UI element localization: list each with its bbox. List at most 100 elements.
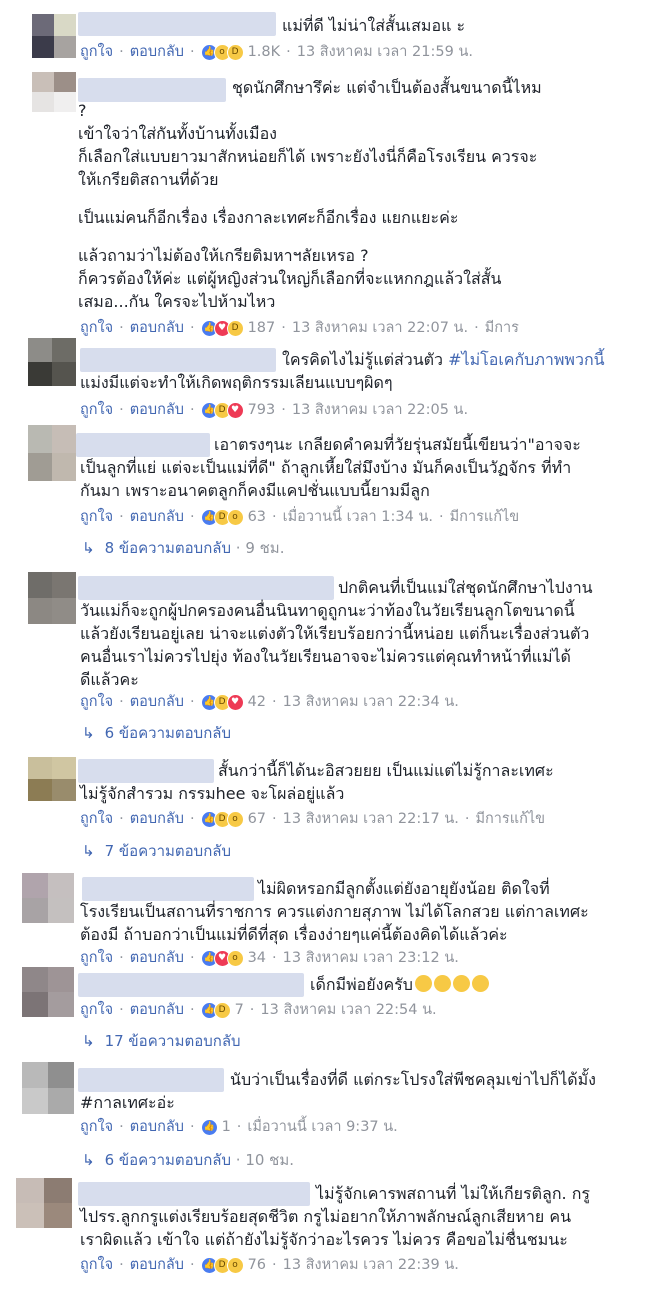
avatar[interactable]	[22, 967, 74, 1017]
reaction-count[interactable]: 7	[235, 1000, 244, 1020]
wow-reaction-icon: o	[226, 949, 244, 967]
comment-timestamp[interactable]: 13 สิงหาคม เวลา 22:05 น.	[292, 400, 468, 420]
view-replies[interactable]: ↳ 6 ข้อความตอบกลับ	[82, 723, 231, 743]
reaction-count[interactable]: 34	[248, 948, 266, 968]
love-reaction-icon: ♥	[226, 401, 244, 419]
reaction-count[interactable]: 1	[222, 1117, 231, 1137]
edited-label[interactable]: มีการแก้ไข	[475, 809, 545, 829]
comment: ชุดนักศึกษารึค่ะ แต่จำเป็นต้องสั้นขนาดนี…	[0, 72, 671, 340]
like-link[interactable]: ถูกใจ	[80, 692, 113, 712]
commenter-name[interactable]	[78, 1068, 224, 1092]
reply-arrow-icon: ↳	[82, 1151, 95, 1169]
comment: ใครคิดไงไม่รู้แต่ส่วนตัว #ไม่โอเคกับภาพพ…	[0, 338, 671, 422]
avatar[interactable]	[28, 338, 76, 386]
reply-arrow-icon: ↳	[82, 724, 95, 742]
commenter-name[interactable]	[78, 1182, 310, 1206]
commenter-name[interactable]	[78, 78, 226, 102]
like-link[interactable]: ถูกใจ	[80, 809, 113, 829]
reaction-count[interactable]: 63	[248, 507, 266, 527]
hashtag-link[interactable]: #ไม่โอเคกับภาพพวกนี้	[448, 350, 604, 369]
reply-link[interactable]: ตอบกลับ	[130, 1255, 184, 1275]
avatar[interactable]	[28, 757, 76, 801]
avatar[interactable]	[22, 873, 74, 923]
view-replies[interactable]: ↳ 7 ข้อความตอบกลับ	[82, 841, 231, 861]
reply-link[interactable]: ตอบกลับ	[130, 948, 184, 968]
reply-link[interactable]: ตอบกลับ	[130, 1117, 184, 1137]
view-replies[interactable]: ↳ 17 ข้อความตอบกลับ	[82, 1031, 241, 1051]
edited-label[interactable]: มีการแก้ไข	[450, 507, 520, 527]
reaction-count[interactable]: 1.8K	[248, 42, 281, 62]
comment-timestamp[interactable]: 13 สิงหาคม เวลา 22:34 น.	[283, 692, 459, 712]
replies-count[interactable]: 8 ข้อความตอบกลับ	[105, 539, 231, 557]
comment-text: แม่ที่ดี ไม่น่าใส่สั้นเสมอแ ะ	[282, 16, 466, 35]
reply-link[interactable]: ตอบกลับ	[130, 1000, 184, 1020]
avatar[interactable]	[28, 425, 76, 481]
avatar[interactable]	[22, 1062, 74, 1114]
replies-count[interactable]: 6 ข้อความตอบกลับ	[105, 1151, 231, 1169]
reaction-icons[interactable]: 👍 Do	[200, 508, 244, 526]
avatar[interactable]	[28, 572, 76, 624]
comment-timestamp[interactable]: เมื่อวานนี้ เวลา 1:34 น.	[283, 507, 433, 527]
reaction-icons[interactable]: 👍 Do	[200, 1256, 244, 1274]
reply-link[interactable]: ตอบกลับ	[130, 318, 184, 338]
view-replies[interactable]: ↳ 6 ข้อความตอบกลับ · 10 ชม.	[82, 1150, 294, 1170]
reaction-icons[interactable]: 👍 Do	[200, 810, 244, 828]
avatar[interactable]	[32, 14, 76, 58]
reaction-icons[interactable]: 👍	[200, 1118, 218, 1136]
avatar[interactable]	[16, 1178, 72, 1228]
reaction-icons[interactable]: 👍 D ♥	[200, 693, 244, 711]
edited-label[interactable]: มีการ	[485, 318, 519, 338]
reply-link[interactable]: ตอบกลับ	[130, 692, 184, 712]
commenter-name[interactable]	[82, 877, 254, 901]
reaction-icons[interactable]: 👍 o D	[200, 43, 244, 61]
comment-text: แม่งมีแต่จะทำให้เกิดพฤติกรรมเลียนแบบๆผิด…	[80, 373, 393, 392]
reply-link[interactable]: ตอบกลับ	[130, 400, 184, 420]
commenter-name[interactable]	[80, 348, 276, 372]
comment-timestamp[interactable]: 13 สิงหาคม เวลา 22:54 น.	[260, 1000, 436, 1020]
reaction-icons[interactable]: 👍 D	[200, 1001, 231, 1019]
commenter-name[interactable]	[78, 759, 214, 783]
commenter-name[interactable]	[78, 576, 334, 600]
like-link[interactable]: ถูกใจ	[80, 1117, 113, 1137]
like-link[interactable]: ถูกใจ	[80, 400, 113, 420]
comment-timestamp[interactable]: 13 สิงหาคม เวลา 22:07 น.	[292, 318, 468, 338]
reaction-count[interactable]: 42	[248, 692, 266, 712]
reply-link[interactable]: ตอบกลับ	[130, 507, 184, 527]
commenter-name[interactable]	[78, 973, 304, 997]
like-link[interactable]: ถูกใจ	[80, 1000, 113, 1020]
comment-actions: ถูกใจ · ตอบกลับ · 👍 Do 76 · 13 สิงหาคม เวลา …	[80, 1255, 459, 1275]
like-link[interactable]: ถูกใจ	[80, 318, 113, 338]
like-link[interactable]: ถูกใจ	[80, 1255, 113, 1275]
comment-text: นับว่าเป็นเรื่องที่ดี แต่กระโปรงใส่พีชคล…	[230, 1070, 596, 1089]
like-link[interactable]: ถูกใจ	[80, 507, 113, 527]
comment-text: ก็ควรต้องให้ค่ะ แต่ผู้หญิงส่วนใหญ่ก็เลือ…	[78, 269, 502, 288]
reaction-count[interactable]: 76	[248, 1255, 266, 1275]
like-link[interactable]: ถูกใจ	[80, 948, 113, 968]
comment-timestamp[interactable]: เมื่อวานนี้ เวลา 9:37 น.	[247, 1117, 397, 1137]
replies-count[interactable]: 17 ข้อความตอบกลับ	[105, 1032, 241, 1050]
reaction-icons[interactable]: 👍 ♥ o	[200, 949, 244, 967]
view-replies[interactable]: ↳ 8 ข้อความตอบกลับ · 9 ชม.	[82, 538, 284, 558]
grinning-emoji-icon	[452, 975, 470, 992]
comment-timestamp[interactable]: 13 สิงหาคม เวลา 22:17 น.	[283, 809, 459, 829]
replies-count[interactable]: 6 ข้อความตอบกลับ	[105, 724, 231, 742]
grinning-emoji-icon	[414, 975, 432, 992]
comment-timestamp[interactable]: 13 สิงหาคม เวลา 23:12 น.	[283, 948, 459, 968]
commenter-name[interactable]	[78, 12, 276, 36]
comment-timestamp[interactable]: 13 สิงหาคม เวลา 22:39 น.	[283, 1255, 459, 1275]
reaction-count[interactable]: 187	[248, 318, 276, 338]
avatar[interactable]	[32, 72, 76, 112]
reaction-icons[interactable]: 👍 ♥ D	[200, 319, 244, 337]
reply-link[interactable]: ตอบกลับ	[130, 42, 184, 62]
hashtag-link[interactable]: #กาลเทศะอ่ะ	[80, 1091, 175, 1114]
like-link[interactable]: ถูกใจ	[80, 42, 113, 62]
comment-text: ก็เลือกใส่แบบยาวมาสักหน่อยก็ได้ เพราะยัง…	[78, 147, 538, 166]
comment-text-content: เด็กมีพ่อยังครับ	[310, 975, 413, 994]
comment-timestamp[interactable]: 13 สิงหาคม เวลา 21:59 น.	[297, 42, 473, 62]
commenter-name[interactable]	[76, 433, 210, 457]
reply-link[interactable]: ตอบกลับ	[130, 809, 184, 829]
reaction-count[interactable]: 67	[248, 809, 266, 829]
reaction-icons[interactable]: 👍 D ♥	[200, 401, 244, 419]
reaction-count[interactable]: 793	[248, 400, 276, 420]
replies-count[interactable]: 7 ข้อความตอบกลับ	[105, 842, 231, 860]
